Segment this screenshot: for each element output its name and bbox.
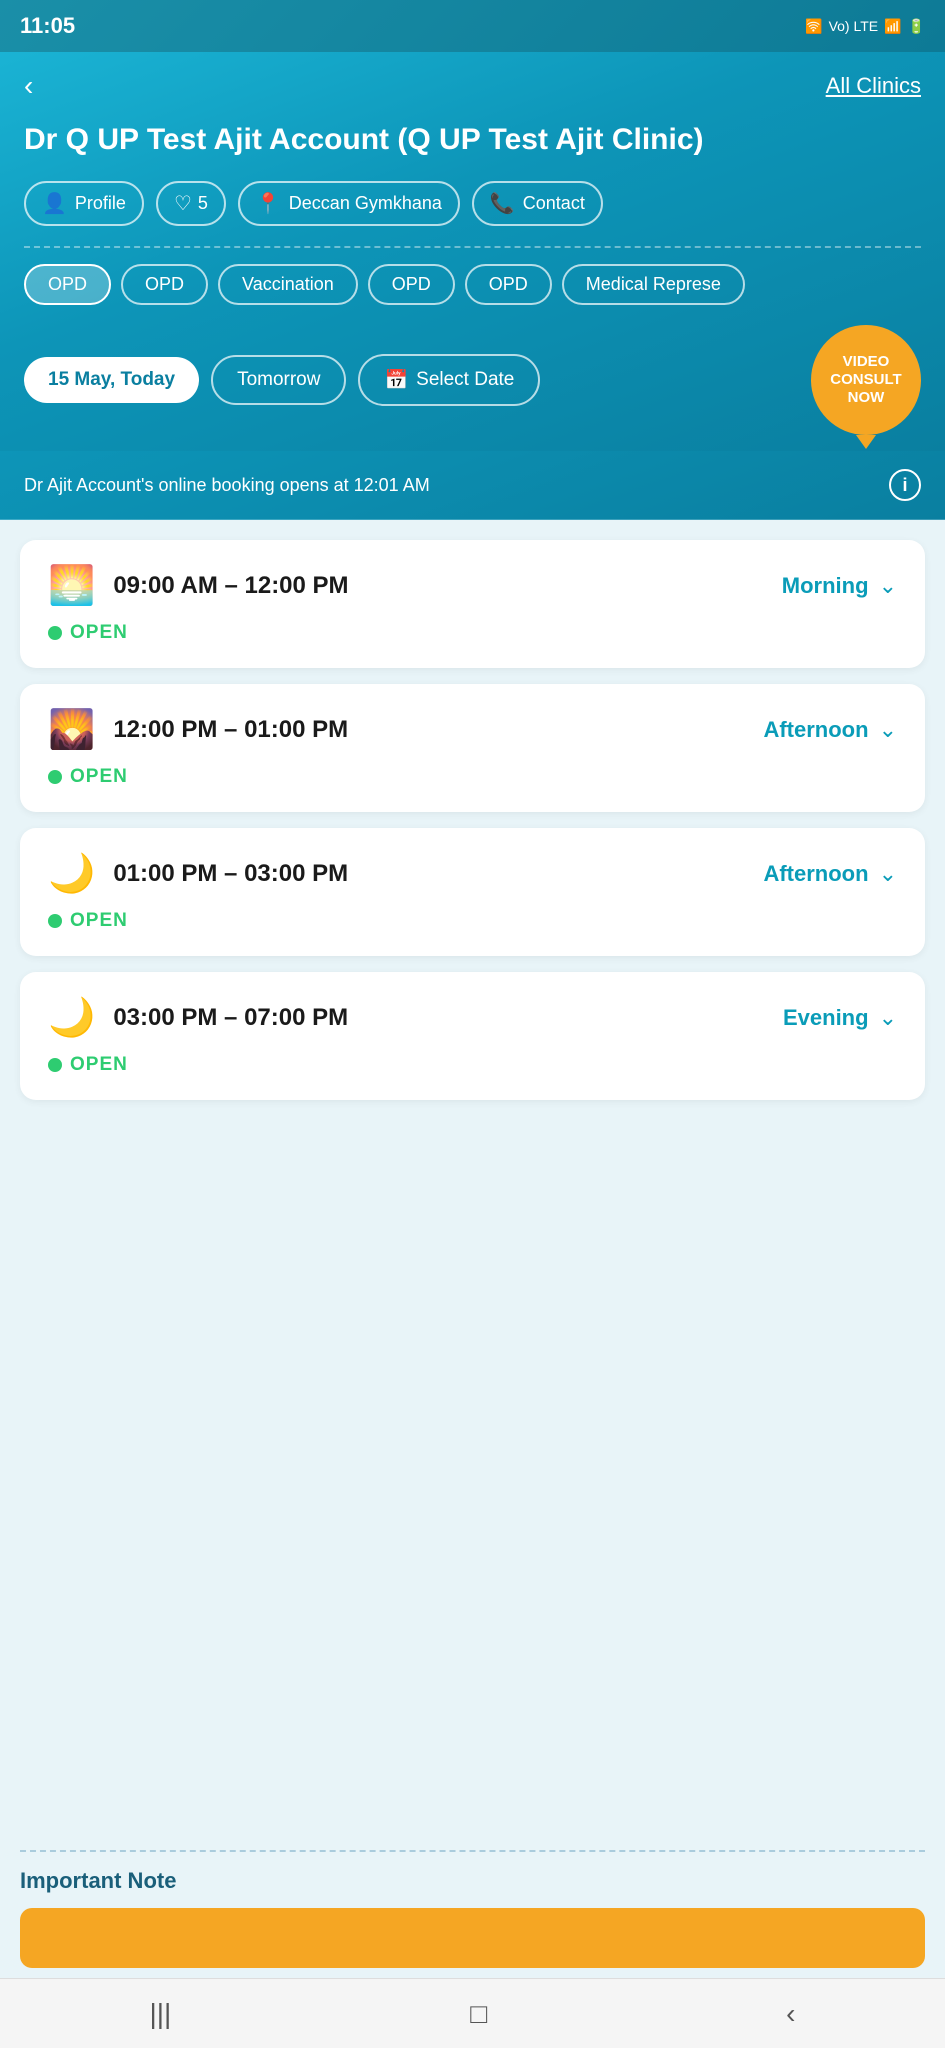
status-time: 11:05 <box>20 13 75 39</box>
slot-header-morning: 🌅 09:00 AM – 12:00 PM Morning ⌄ <box>48 564 897 608</box>
status-bar: 11:05 🛜 Vo) LTE 📶 🔋 <box>0 0 945 52</box>
status-icons: 🛜 Vo) LTE 📶 🔋 <box>805 18 925 35</box>
slot-left-afternoon2: 🌙 01:00 PM – 03:00 PM <box>48 852 348 896</box>
select-date-button[interactable]: 📅 Select Date <box>358 354 540 406</box>
morning-icon: 🌅 <box>48 564 95 608</box>
evening-open-text: OPEN <box>70 1054 128 1076</box>
time-slot-card-evening[interactable]: 🌙 03:00 PM – 07:00 PM Evening ⌄ OPEN <box>20 972 925 1100</box>
opd-tab-2[interactable]: OPD <box>121 264 208 305</box>
afternoon1-open-text: OPEN <box>70 766 128 788</box>
header-area: ‹ All Clinics Dr Q UP Test Ajit Account … <box>0 52 945 451</box>
afternoon1-label: Afternoon <box>763 717 868 743</box>
evening-open-dot <box>48 1058 62 1072</box>
evening-time: 03:00 PM – 07:00 PM <box>113 1004 348 1032</box>
calendar-icon: 📅 <box>384 368 408 392</box>
video-consult-button[interactable]: VIDEOCONSULTNOW <box>811 325 921 435</box>
morning-open-dot <box>48 626 62 640</box>
vaccination-tab[interactable]: Vaccination <box>218 264 358 305</box>
bottom-nav: ||| □ ‹ <box>0 1978 945 2048</box>
afternoon1-time: 12:00 PM – 01:00 PM <box>113 716 348 744</box>
pills-row: 👤 Profile ♡ 5 📍 Deccan Gymkhana 📞 Contac… <box>24 181 921 226</box>
phone-icon: 📞 <box>490 191 515 216</box>
slot-header-evening: 🌙 03:00 PM – 07:00 PM Evening ⌄ <box>48 996 897 1040</box>
header-top: ‹ All Clinics <box>24 70 921 102</box>
app-wrapper: 11:05 🛜 Vo) LTE 📶 🔋 ‹ All Clinics Dr Q U… <box>0 0 945 2048</box>
slot-right-afternoon1: Afternoon ⌄ <box>763 717 897 743</box>
date-video-row: 15 May, Today Tomorrow 📅 Select Date VID… <box>24 325 921 435</box>
slot-right-morning: Morning ⌄ <box>782 573 897 599</box>
afternoon1-chevron-icon: ⌄ <box>879 717 897 743</box>
afternoon2-open-text: OPEN <box>70 910 128 932</box>
slot-header-afternoon2: 🌙 01:00 PM – 03:00 PM Afternoon ⌄ <box>48 852 897 896</box>
morning-chevron-icon: ⌄ <box>879 573 897 599</box>
signal-bars-icon: 📶 <box>884 18 901 35</box>
important-note-title: Important Note <box>20 1868 925 1894</box>
evening-icon: 🌙 <box>48 996 95 1040</box>
afternoon2-time: 01:00 PM – 03:00 PM <box>113 860 348 888</box>
afternoon1-open-dot <box>48 770 62 784</box>
slot-left-afternoon1: 🌄 12:00 PM – 01:00 PM <box>48 708 348 752</box>
main-content: 🌅 09:00 AM – 12:00 PM Morning ⌄ OPEN 🌄 1… <box>0 520 945 1830</box>
select-date-label: Select Date <box>416 369 514 391</box>
important-section: Important Note <box>0 1830 945 1978</box>
afternoon2-label: Afternoon <box>763 861 868 887</box>
slot-right-evening: Evening ⌄ <box>783 1005 897 1031</box>
signal-text: Vo) LTE <box>829 18 879 34</box>
location-label: Deccan Gymkhana <box>289 193 442 214</box>
pills-divider <box>24 246 921 248</box>
time-slot-card-afternoon2[interactable]: 🌙 01:00 PM – 03:00 PM Afternoon ⌄ OPEN <box>20 828 925 956</box>
video-consult-text: VIDEOCONSULTNOW <box>830 353 901 407</box>
opd-tab-3[interactable]: OPD <box>368 264 455 305</box>
today-date-button[interactable]: 15 May, Today <box>24 357 199 403</box>
opd-tab-4[interactable]: OPD <box>465 264 552 305</box>
doctor-name: Dr Q UP Test Ajit Account (Q UP Test Aji… <box>24 120 921 159</box>
recent-apps-button[interactable]: ||| <box>129 1988 191 2040</box>
slot-left-morning: 🌅 09:00 AM – 12:00 PM <box>48 564 349 608</box>
profile-icon: 👤 <box>42 191 67 216</box>
likes-count: 5 <box>198 193 208 214</box>
location-pill[interactable]: 📍 Deccan Gymkhana <box>238 181 460 226</box>
opd-tab-1[interactable]: OPD <box>24 264 111 305</box>
back-nav-button[interactable]: ‹ <box>766 1988 815 2040</box>
morning-time: 09:00 AM – 12:00 PM <box>113 572 348 600</box>
evening-label: Evening <box>783 1005 869 1031</box>
slot-left-evening: 🌙 03:00 PM – 07:00 PM <box>48 996 348 1040</box>
morning-open-text: OPEN <box>70 622 128 644</box>
slot-right-afternoon2: Afternoon ⌄ <box>763 861 897 887</box>
important-divider <box>20 1850 925 1852</box>
medical-tab[interactable]: Medical Represe <box>562 264 745 305</box>
contact-label: Contact <box>523 193 585 214</box>
evening-status: OPEN <box>48 1054 897 1076</box>
afternoon2-open-dot <box>48 914 62 928</box>
heart-icon: ♡ <box>174 191 192 216</box>
important-note-bar <box>20 1908 925 1968</box>
home-button[interactable]: □ <box>450 1988 507 2040</box>
opd-tabs: OPD OPD Vaccination OPD OPD Medical Repr… <box>24 264 921 305</box>
evening-chevron-icon: ⌄ <box>879 1005 897 1031</box>
contact-pill[interactable]: 📞 Contact <box>472 181 603 226</box>
time-slot-card-afternoon1[interactable]: 🌄 12:00 PM – 01:00 PM Afternoon ⌄ OPEN <box>20 684 925 812</box>
wifi-icon: 🛜 <box>805 18 822 35</box>
afternoon1-icon: 🌄 <box>48 708 95 752</box>
morning-label: Morning <box>782 573 869 599</box>
tomorrow-date-button[interactable]: Tomorrow <box>211 355 346 405</box>
location-icon: 📍 <box>256 191 281 216</box>
afternoon1-status: OPEN <box>48 766 897 788</box>
afternoon2-chevron-icon: ⌄ <box>879 861 897 887</box>
time-slot-card-morning[interactable]: 🌅 09:00 AM – 12:00 PM Morning ⌄ OPEN <box>20 540 925 668</box>
likes-pill[interactable]: ♡ 5 <box>156 181 226 226</box>
morning-status: OPEN <box>48 622 897 644</box>
booking-info-bar: Dr Ajit Account's online booking opens a… <box>0 451 945 520</box>
slot-header-afternoon1: 🌄 12:00 PM – 01:00 PM Afternoon ⌄ <box>48 708 897 752</box>
booking-info-text: Dr Ajit Account's online booking opens a… <box>24 475 889 496</box>
battery-icon: 🔋 <box>908 18 925 35</box>
all-clinics-link[interactable]: All Clinics <box>826 73 921 99</box>
profile-pill[interactable]: 👤 Profile <box>24 181 144 226</box>
back-button[interactable]: ‹ <box>24 70 33 102</box>
afternoon2-status: OPEN <box>48 910 897 932</box>
info-button[interactable]: i <box>889 469 921 501</box>
date-pills-group: 15 May, Today Tomorrow 📅 Select Date <box>24 354 801 406</box>
profile-label: Profile <box>75 193 126 214</box>
afternoon2-icon: 🌙 <box>48 852 95 896</box>
